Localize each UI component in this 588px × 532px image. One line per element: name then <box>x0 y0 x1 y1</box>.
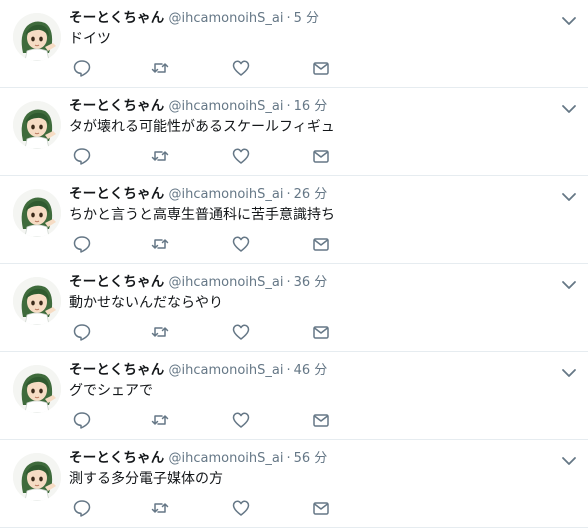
tweet[interactable]: そーとくちゃん @ihcamonoihS_ai · 16 分 タが壊れる可能性があるス… <box>0 88 588 176</box>
chevron-down-icon[interactable] <box>561 276 577 289</box>
heart-icon[interactable] <box>231 498 251 518</box>
separator-dot: · <box>286 99 291 114</box>
envelope-icon[interactable] <box>311 234 331 254</box>
tweet[interactable]: そーとくちゃん @ihcamonoihS_ai · 36 分 動かせないんだならやり <box>0 264 588 352</box>
avatar[interactable] <box>13 453 61 501</box>
tweet[interactable]: そーとくちゃん @ihcamonoihS_ai · 56 分 測する多分電子媒体の方 <box>0 440 588 528</box>
tweet-timestamp[interactable]: 36 分 <box>294 275 328 290</box>
chevron-down-icon[interactable] <box>561 100 577 113</box>
reply-icon[interactable] <box>72 410 92 430</box>
avatar[interactable] <box>13 13 61 61</box>
tweet-header: そーとくちゃん @ihcamonoihS_ai · 16 分 <box>69 97 327 116</box>
heart-icon[interactable] <box>231 410 251 430</box>
tweet[interactable]: そーとくちゃん @ihcamonoihS_ai · 26 分 ちかと言うと高専生普通科… <box>0 176 588 264</box>
user-handle[interactable]: @ihcamonoihS_ai <box>169 11 284 26</box>
heart-icon[interactable] <box>231 146 251 166</box>
tweet-text: 測する多分電子媒体の方 <box>69 471 223 487</box>
display-name[interactable]: そーとくちゃん <box>69 98 165 114</box>
envelope-icon[interactable] <box>311 410 331 430</box>
retweet-icon[interactable] <box>150 234 170 254</box>
tweet-header: そーとくちゃん @ihcamonoihS_ai · 26 分 <box>69 185 327 204</box>
retweet-icon[interactable] <box>150 58 170 78</box>
display-name[interactable]: そーとくちゃん <box>69 274 165 290</box>
retweet-icon[interactable] <box>150 146 170 166</box>
retweet-icon[interactable] <box>150 322 170 342</box>
heart-icon[interactable] <box>231 58 251 78</box>
tweet-header: そーとくちゃん @ihcamonoihS_ai · 46 分 <box>69 361 327 380</box>
tweet-text: グでシェアで <box>69 383 153 399</box>
tweet[interactable]: そーとくちゃん @ihcamonoihS_ai · 46 分 グでシェアで <box>0 352 588 440</box>
envelope-icon[interactable] <box>311 146 331 166</box>
timeline: そーとくちゃん @ihcamonoihS_ai · 5 分 ドイツ そーとくちゃ… <box>0 0 588 532</box>
display-name[interactable]: そーとくちゃん <box>69 450 165 466</box>
chevron-down-icon[interactable] <box>561 188 577 201</box>
avatar[interactable] <box>13 365 61 413</box>
user-handle[interactable]: @ihcamonoihS_ai <box>169 275 284 290</box>
envelope-icon[interactable] <box>311 498 331 518</box>
chevron-down-icon[interactable] <box>561 364 577 377</box>
avatar[interactable] <box>13 101 61 149</box>
reply-icon[interactable] <box>72 322 92 342</box>
reply-icon[interactable] <box>72 234 92 254</box>
separator-dot: · <box>286 187 291 202</box>
avatar[interactable] <box>13 189 61 237</box>
reply-icon[interactable] <box>72 498 92 518</box>
tweet-timestamp[interactable]: 16 分 <box>294 99 328 114</box>
tweet-header: そーとくちゃん @ihcamonoihS_ai · 36 分 <box>69 273 327 292</box>
tweet-text: ドイツ <box>69 31 111 47</box>
reply-icon[interactable] <box>72 146 92 166</box>
reply-icon[interactable] <box>72 58 92 78</box>
separator-dot: · <box>286 451 291 466</box>
user-handle[interactable]: @ihcamonoihS_ai <box>169 363 284 378</box>
avatar[interactable] <box>13 277 61 325</box>
user-handle[interactable]: @ihcamonoihS_ai <box>169 187 284 202</box>
heart-icon[interactable] <box>231 234 251 254</box>
tweet-header: そーとくちゃん @ihcamonoihS_ai · 56 分 <box>69 449 327 468</box>
display-name[interactable]: そーとくちゃん <box>69 10 165 26</box>
tweet-text: タが壊れる可能性があるスケールフィギュ <box>69 119 335 135</box>
display-name[interactable]: そーとくちゃん <box>69 362 165 378</box>
user-handle[interactable]: @ihcamonoihS_ai <box>169 99 284 114</box>
tweet-timestamp[interactable]: 56 分 <box>294 451 328 466</box>
retweet-icon[interactable] <box>150 410 170 430</box>
retweet-icon[interactable] <box>150 498 170 518</box>
tweet-timestamp[interactable]: 26 分 <box>294 187 328 202</box>
envelope-icon[interactable] <box>311 322 331 342</box>
user-handle[interactable]: @ihcamonoihS_ai <box>169 451 284 466</box>
tweet-header: そーとくちゃん @ihcamonoihS_ai · 5 分 <box>69 9 319 28</box>
tweet-timestamp[interactable]: 5 分 <box>294 11 319 26</box>
tweet-text: ちかと言うと高専生普通科に苦手意識持ち <box>69 207 335 223</box>
tweet[interactable]: そーとくちゃん @ihcamonoihS_ai · 5 分 ドイツ <box>0 0 588 88</box>
tweet-timestamp[interactable]: 46 分 <box>294 363 328 378</box>
separator-dot: · <box>286 275 291 290</box>
tweet-text: 動かせないんだならやり <box>69 295 223 311</box>
separator-dot: · <box>286 11 291 26</box>
chevron-down-icon[interactable] <box>561 452 577 465</box>
envelope-icon[interactable] <box>311 58 331 78</box>
display-name[interactable]: そーとくちゃん <box>69 186 165 202</box>
chevron-down-icon[interactable] <box>561 12 577 25</box>
heart-icon[interactable] <box>231 322 251 342</box>
separator-dot: · <box>286 363 291 378</box>
